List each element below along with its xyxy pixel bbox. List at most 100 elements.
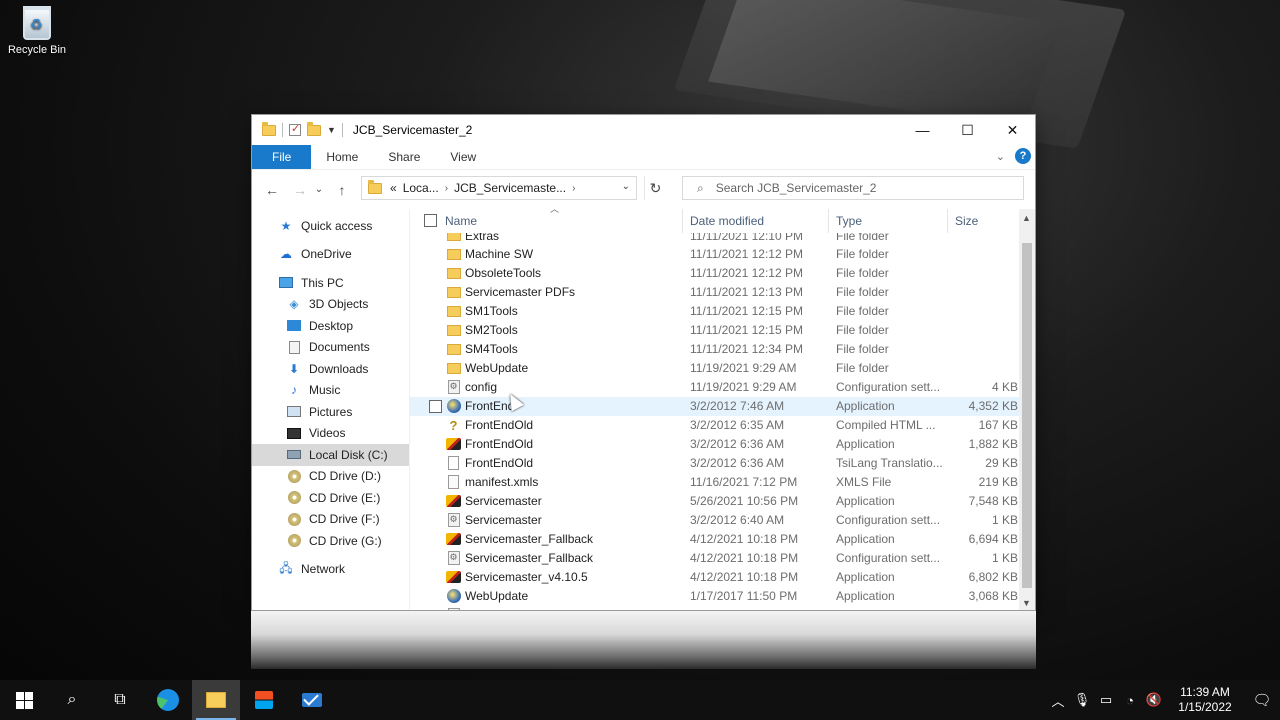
title-bar[interactable]: ▼ JCB_Servicemaster_2 — ☐ ✕ bbox=[252, 115, 1035, 145]
customize-qat-chevron-icon[interactable]: ▼ bbox=[327, 125, 336, 135]
file-row[interactable]: ObsoleteTools 11/11/2021 12:12 PM File fol… bbox=[410, 264, 1019, 283]
file-row[interactable]: SM4Tools 11/11/2021 12:34 PM File folder bbox=[410, 340, 1019, 359]
refresh-button[interactable]: ↻ bbox=[644, 176, 666, 200]
back-arrow-icon[interactable]: ← bbox=[260, 182, 284, 198]
nav-cd-drive-d[interactable]: CD Drive (D:) bbox=[252, 466, 409, 488]
file-row[interactable]: WebUpdate 11/19/2021 9:29 AM File folder bbox=[410, 359, 1019, 378]
wifi-icon[interactable]: ◔ bbox=[1118, 693, 1142, 708]
file-size: 167 KB bbox=[978, 418, 1018, 432]
nav-videos[interactable]: Videos bbox=[252, 423, 409, 445]
address-bar[interactable]: « Loca... › JCB_Servicemaste... › ⌄ bbox=[361, 176, 637, 200]
file-row[interactable]: SM2Tools 11/11/2021 12:15 PM File folder bbox=[410, 321, 1019, 340]
search-button[interactable]: ⌕ bbox=[48, 680, 96, 720]
file-type: Configuration sett... bbox=[836, 380, 941, 395]
close-button[interactable]: ✕ bbox=[990, 115, 1035, 145]
forward-arrow-icon[interactable]: → bbox=[288, 182, 312, 198]
expand-ribbon-chevron-icon[interactable]: ⌄ bbox=[996, 150, 1005, 163]
file-row[interactable]: FrontEndOld 3/2/2012 6:36 AM Application 1,… bbox=[410, 434, 1019, 453]
nav-cd-drive-e[interactable]: CD Drive (E:) bbox=[252, 487, 409, 509]
battery-icon[interactable]: ▭ bbox=[1094, 692, 1118, 708]
file-row[interactable]: config 11/19/2021 9:29 AM Configuration se… bbox=[410, 378, 1019, 397]
column-divider[interactable] bbox=[682, 209, 683, 233]
nav-music[interactable]: ♪ Music bbox=[252, 380, 409, 402]
microphone-icon[interactable]: 🎙 bbox=[1070, 692, 1094, 708]
nav-cd-drive-f[interactable]: CD Drive (F:) bbox=[252, 509, 409, 531]
task-view-button[interactable]: ⧉ bbox=[96, 680, 144, 720]
select-all-checkbox[interactable] bbox=[424, 214, 437, 227]
volume-muted-icon[interactable]: 🔇 bbox=[1142, 692, 1166, 708]
cd-drive-icon bbox=[287, 491, 301, 505]
address-overflow[interactable]: « bbox=[390, 181, 397, 195]
edge-taskbar-button[interactable] bbox=[144, 680, 192, 720]
properties-icon[interactable] bbox=[289, 122, 301, 136]
jcb-application-icon bbox=[446, 569, 461, 584]
new-folder-icon[interactable] bbox=[307, 121, 321, 136]
file-type: Application bbox=[836, 399, 895, 414]
ribbon-right: ⌄ ? bbox=[996, 148, 1031, 164]
nav-downloads[interactable]: ⬇ Downloads bbox=[252, 358, 409, 380]
maximize-button[interactable]: ☐ bbox=[945, 115, 990, 145]
folder-icon bbox=[446, 247, 461, 262]
address-dropdown-chevron-icon[interactable]: ⌄ bbox=[622, 181, 630, 192]
nav-this-pc[interactable]: This PC bbox=[252, 272, 409, 294]
minimize-button[interactable]: — bbox=[900, 115, 945, 145]
nav-documents[interactable]: Documents bbox=[252, 337, 409, 359]
file-row[interactable]: ? FrontEndOld 3/2/2012 6:35 AM Compiled HTM… bbox=[410, 416, 1019, 435]
file-row[interactable]: Extras 11/11/2021 12:10 PM File folder bbox=[410, 233, 1019, 245]
notifications-icon[interactable]: 🗨 bbox=[1244, 691, 1280, 709]
tab-view[interactable]: View bbox=[435, 145, 491, 169]
clock[interactable]: 11:39 AM 1/15/2022 bbox=[1170, 685, 1240, 715]
file-row[interactable]: Servicemaster_v4.10.5 4/12/2021 10:18 PM A… bbox=[410, 567, 1019, 586]
scroll-down-arrow-icon[interactable]: ▼ bbox=[1022, 598, 1031, 608]
tab-file[interactable]: File bbox=[252, 145, 312, 169]
recycle-bin-desktop-icon[interactable]: Recycle Bin bbox=[4, 6, 70, 56]
file-row[interactable]: Servicemaster_Fallback 4/12/2021 10:18 PM… bbox=[410, 529, 1019, 548]
nav-network[interactable]: 🖧 Network bbox=[252, 559, 409, 581]
column-divider[interactable] bbox=[828, 209, 829, 233]
breadcrumb-local-disk[interactable]: Loca... bbox=[403, 181, 439, 195]
file-row[interactable]: FrontEndOld 3/2/2012 6:36 AM TsiLang Trans… bbox=[410, 453, 1019, 472]
file-row[interactable]: Servicemaster_Fallback 4/12/2021 10:18 PM… bbox=[410, 548, 1019, 567]
column-header-date[interactable]: Date modified bbox=[690, 214, 764, 228]
recent-locations-chevron-icon[interactable]: ⌄ bbox=[312, 184, 326, 195]
mail-taskbar-button[interactable] bbox=[288, 680, 336, 720]
scroll-up-arrow-icon[interactable]: ▲ bbox=[1022, 213, 1031, 223]
nav-onedrive[interactable]: ☁ OneDrive bbox=[252, 244, 409, 266]
nav-quick-access[interactable]: ★ Quick access bbox=[252, 215, 409, 237]
file-type: Application bbox=[836, 569, 895, 584]
breadcrumb-separator-icon[interactable]: › bbox=[572, 183, 575, 194]
nav-pictures[interactable]: Pictures bbox=[252, 401, 409, 423]
column-header-size[interactable]: Size bbox=[955, 214, 978, 228]
nav-desktop[interactable]: Desktop bbox=[252, 315, 409, 337]
nav-local-disk-c[interactable]: Local Disk (C:) bbox=[252, 444, 409, 466]
file-row[interactable]: FrontEnd 3/2/2012 7:46 AM Application 4,352… bbox=[410, 396, 1019, 416]
breadcrumb-current-folder[interactable]: JCB_Servicemaste... bbox=[454, 181, 566, 195]
file-name: Servicemaster bbox=[465, 493, 542, 508]
file-row[interactable]: manifest.xmls 11/16/2021 7:12 PM XMLS File… bbox=[410, 472, 1019, 491]
up-arrow-icon[interactable]: ↑ bbox=[330, 182, 354, 198]
column-header-type[interactable]: Type bbox=[836, 214, 862, 228]
column-divider[interactable] bbox=[947, 209, 948, 233]
file-explorer-taskbar-button[interactable] bbox=[192, 680, 240, 720]
tab-share[interactable]: Share bbox=[373, 145, 435, 169]
file-row[interactable]: Servicemaster 5/26/2021 10:56 PM Applicati… bbox=[410, 491, 1019, 510]
vertical-scrollbar[interactable]: ▲ ▼ bbox=[1019, 209, 1035, 610]
file-row[interactable]: WebUpdate 11/19/2021 9:30 AM Configuration… bbox=[410, 605, 1019, 610]
nav-cd-drive-g[interactable]: CD Drive (G:) bbox=[252, 530, 409, 552]
file-row[interactable]: Servicemaster PDFs 11/11/2021 12:13 PM Fil… bbox=[410, 283, 1019, 302]
file-row[interactable]: Servicemaster 3/2/2012 6:40 AM Configurati… bbox=[410, 510, 1019, 529]
nav-3d-objects[interactable]: ◈ 3D Objects bbox=[252, 294, 409, 316]
column-header-name[interactable]: Name bbox=[445, 214, 477, 228]
row-checkbox[interactable] bbox=[429, 399, 442, 413]
show-hidden-icons-chevron-icon[interactable]: ︿ bbox=[1046, 691, 1070, 710]
scrollbar-thumb[interactable] bbox=[1022, 243, 1032, 588]
help-icon[interactable]: ? bbox=[1015, 148, 1031, 164]
file-row[interactable]: Machine SW 11/11/2021 12:12 PM File folder bbox=[410, 245, 1019, 264]
store-taskbar-button[interactable] bbox=[240, 680, 288, 720]
breadcrumb-separator-icon[interactable]: › bbox=[445, 183, 448, 194]
file-row[interactable]: WebUpdate 1/17/2017 11:50 PM Application 3,… bbox=[410, 586, 1019, 605]
search-input[interactable]: ⌕ Search JCB_Servicemaster_2 bbox=[682, 176, 1024, 200]
file-row[interactable]: SM1Tools 11/11/2021 12:15 PM File folder bbox=[410, 302, 1019, 321]
tab-home[interactable]: Home bbox=[311, 145, 373, 169]
start-button[interactable] bbox=[0, 680, 48, 720]
